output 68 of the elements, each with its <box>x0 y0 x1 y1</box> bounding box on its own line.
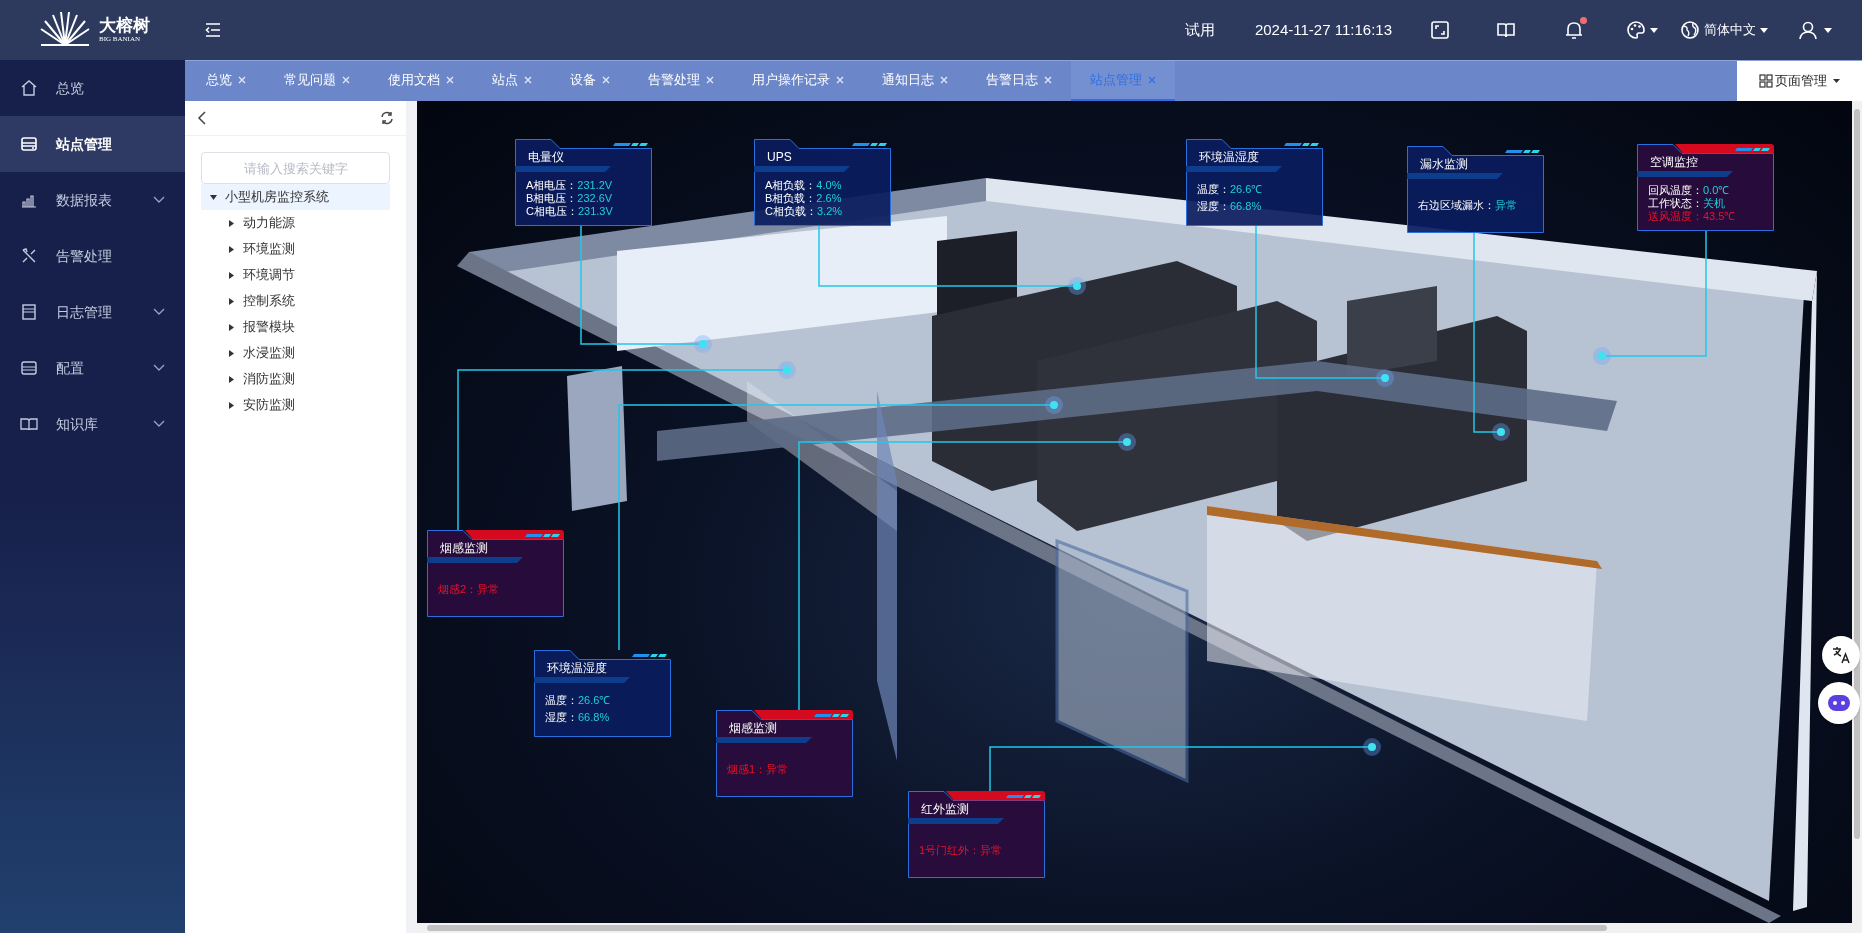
sensor-card[interactable]: 烟感监测 烟感2：异常 <box>427 530 564 617</box>
tree-item[interactable]: 小型机房监控系统 <box>201 184 390 210</box>
tab[interactable]: 设备 <box>551 61 629 101</box>
fullscreen-icon[interactable] <box>1430 20 1450 40</box>
sensor-card[interactable]: 电量仪 A相电压：231.2V B相电压：232.6V C相电压：231.3V <box>515 139 652 226</box>
tab[interactable]: 总览 <box>187 61 265 101</box>
sidebar-item[interactable]: 日志管理 <box>0 284 185 340</box>
datetime-text: 2024-11-27 11:16:13 <box>1254 19 1392 40</box>
caret-icon <box>1760 27 1768 33</box>
grid-icon <box>1759 74 1773 88</box>
tree-item[interactable]: 环境调节 <box>201 262 390 288</box>
caret-icon <box>1824 27 1832 33</box>
bell-icon <box>1564 20 1584 40</box>
storage-icon <box>20 359 38 377</box>
language-button[interactable]: 简体中文 <box>1680 20 1768 40</box>
theme-button[interactable] <box>1626 20 1658 40</box>
user-button[interactable] <box>1798 20 1832 40</box>
tab[interactable]: 常见问题 <box>265 61 369 101</box>
palette-icon <box>1626 20 1646 40</box>
trial-label[interactable]: 试用 <box>1184 18 1215 42</box>
search-field[interactable]: 请输入搜索关键字 <box>201 152 390 184</box>
sidebar-item[interactable]: 配置 <box>0 340 185 396</box>
sensor-card[interactable]: 漏水监测 右边区域漏水：异常 <box>1407 146 1544 233</box>
document-icon <box>20 303 38 321</box>
tree-item[interactable]: 报警模块 <box>201 314 390 340</box>
sensor-card[interactable]: 空调监控 回风温度：0.0℃ 工作状态：关机 送风温度：43.5℃ <box>1637 144 1774 231</box>
tree-item[interactable]: 安防监测 <box>201 392 390 418</box>
refresh-icon[interactable] <box>380 111 394 125</box>
sidebar-item[interactable]: 告警处理 <box>0 228 185 284</box>
user-icon <box>1798 20 1818 40</box>
sensor-card[interactable]: 烟感监测 烟感1：异常 <box>716 710 853 797</box>
tab[interactable]: 通知日志 <box>863 61 967 101</box>
sidebar-item[interactable]: 数据报表 <box>0 172 185 228</box>
storage-icon <box>20 135 38 153</box>
home-icon <box>20 79 38 97</box>
caret-icon <box>1833 79 1840 83</box>
page-manage-button[interactable]: 页面管理 <box>1737 61 1862 101</box>
tab[interactable]: 告警处理 <box>629 61 733 101</box>
sensor-card[interactable]: 环境温湿度 温度：26.6℃ 湿度：66.8% <box>1186 139 1323 226</box>
tree-item[interactable]: 控制系统 <box>201 288 390 314</box>
caret-icon <box>1650 27 1658 33</box>
tree-item[interactable]: 环境监测 <box>201 236 390 262</box>
tab[interactable]: 使用文档 <box>369 61 473 101</box>
sensor-card[interactable]: 红外监测 1号门红外：异常 <box>908 791 1045 878</box>
vertical-scrollbar[interactable] <box>1852 101 1862 923</box>
horizontal-scrollbar[interactable] <box>417 923 1862 933</box>
robot-icon <box>1826 692 1852 714</box>
tools-icon <box>20 247 38 265</box>
tree-item[interactable]: 水浸监测 <box>201 340 390 366</box>
sensor-card[interactable]: UPS A相负载：4.0% B相负载：2.6% C相负载：3.2% <box>754 139 891 226</box>
back-icon[interactable] <box>197 111 207 125</box>
translate-icon <box>1831 645 1851 665</box>
sensor-card[interactable]: 环境温湿度 温度：26.6℃ 湿度：66.8% <box>534 650 671 737</box>
caret-icon[interactable] <box>207 194 219 200</box>
sidebar-item[interactable]: 知识库 <box>0 396 185 452</box>
tab[interactable]: 告警日志 <box>967 61 1071 101</box>
tab[interactable]: 站点 <box>473 61 551 101</box>
sidebar-item[interactable]: 总览 <box>0 60 185 116</box>
tree-item[interactable]: 动力能源 <box>201 210 390 236</box>
sidebar-item[interactable]: 站点管理 <box>0 116 185 172</box>
book-icon[interactable] <box>1496 20 1516 40</box>
menu-fold-icon[interactable] <box>203 20 223 40</box>
notification-button[interactable] <box>1564 20 1584 40</box>
globe-icon <box>1680 20 1700 40</box>
tab[interactable]: 用户操作记录 <box>733 61 863 101</box>
book-icon <box>20 415 38 433</box>
tree-item[interactable]: 消防监测 <box>201 366 390 392</box>
logo-text: 大榕树 <box>99 17 150 34</box>
